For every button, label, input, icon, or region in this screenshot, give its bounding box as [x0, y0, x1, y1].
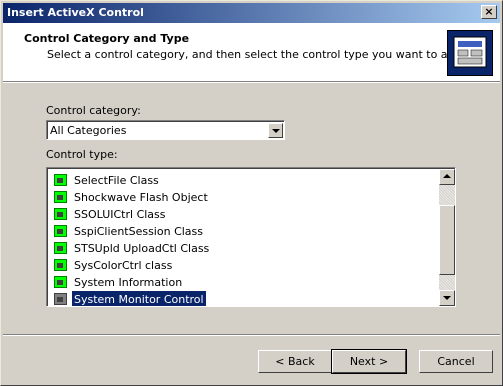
list-item-label: Shockwave Flash Object	[74, 191, 208, 204]
list-item-label: System Information	[74, 276, 183, 289]
activex-control-icon	[54, 208, 67, 220]
list-item-label: STSUpld UploadCtl Class	[74, 242, 210, 255]
category-dropdown-button[interactable]	[268, 123, 283, 138]
back-button[interactable]: < Back	[258, 350, 332, 373]
chevron-down-icon	[272, 129, 280, 133]
control-type-items: SelectFile Class Shockwave Flash Object SS…	[51, 172, 437, 306]
cancel-button[interactable]: Cancel	[419, 350, 493, 373]
arrow-up-icon	[443, 174, 451, 178]
activex-control-icon	[54, 191, 67, 203]
list-item-label: SysColorCtrl class	[74, 259, 173, 272]
list-item[interactable]: SspiClientSession Class	[51, 223, 437, 240]
activex-control-icon	[54, 276, 67, 288]
list-item[interactable]: SysColorCtrl class	[51, 257, 437, 274]
activex-control-icon	[54, 242, 67, 254]
list-item[interactable]: System Information	[51, 274, 437, 291]
title-bar[interactable]: Insert ActiveX Control ×	[3, 3, 500, 23]
list-item[interactable]: System Monitor Control	[51, 291, 437, 306]
arrow-down-icon	[443, 296, 451, 300]
activex-control-icon	[54, 225, 67, 237]
close-icon: ×	[484, 5, 494, 18]
wizard-toolbox-icon	[447, 30, 493, 76]
activex-control-icon	[54, 293, 67, 305]
category-select[interactable]: All Categories	[46, 120, 285, 140]
header-subtitle: Select a control category, and then sele…	[47, 48, 466, 61]
header-title: Control Category and Type	[24, 32, 190, 45]
list-item[interactable]: STSUpld UploadCtl Class	[51, 240, 437, 257]
insert-activex-dialog: Insert ActiveX Control × Control Categor…	[0, 0, 503, 386]
scroll-down-button[interactable]	[439, 290, 455, 306]
next-button[interactable]: Next >	[331, 349, 407, 374]
scroll-thumb[interactable]	[439, 205, 455, 275]
list-item-label: SSOLUICtrl Class	[74, 208, 166, 221]
window-title: Insert ActiveX Control	[7, 6, 144, 19]
list-item[interactable]: SelectFile Class	[51, 172, 437, 189]
activex-control-icon	[54, 174, 67, 186]
control-type-list[interactable]: SelectFile Class Shockwave Flash Object SS…	[46, 167, 456, 307]
list-scrollbar[interactable]	[439, 169, 455, 306]
category-label: Control category:	[46, 104, 141, 117]
control-type-label: Control type:	[46, 148, 118, 161]
close-button[interactable]: ×	[481, 5, 497, 19]
list-item[interactable]: SSOLUICtrl Class	[51, 206, 437, 223]
scroll-up-button[interactable]	[439, 169, 455, 185]
category-selected-value: All Categories	[50, 124, 127, 137]
wizard-header: Control Category and Type Select a contr…	[3, 23, 500, 81]
header-separator	[3, 81, 500, 83]
list-item[interactable]: Shockwave Flash Object	[51, 189, 437, 206]
list-item-label: SelectFile Class	[74, 174, 159, 187]
activex-control-icon	[54, 259, 67, 271]
footer-separator	[3, 334, 500, 336]
list-item-label: SspiClientSession Class	[74, 225, 204, 238]
list-item-label: System Monitor Control	[72, 291, 206, 306]
